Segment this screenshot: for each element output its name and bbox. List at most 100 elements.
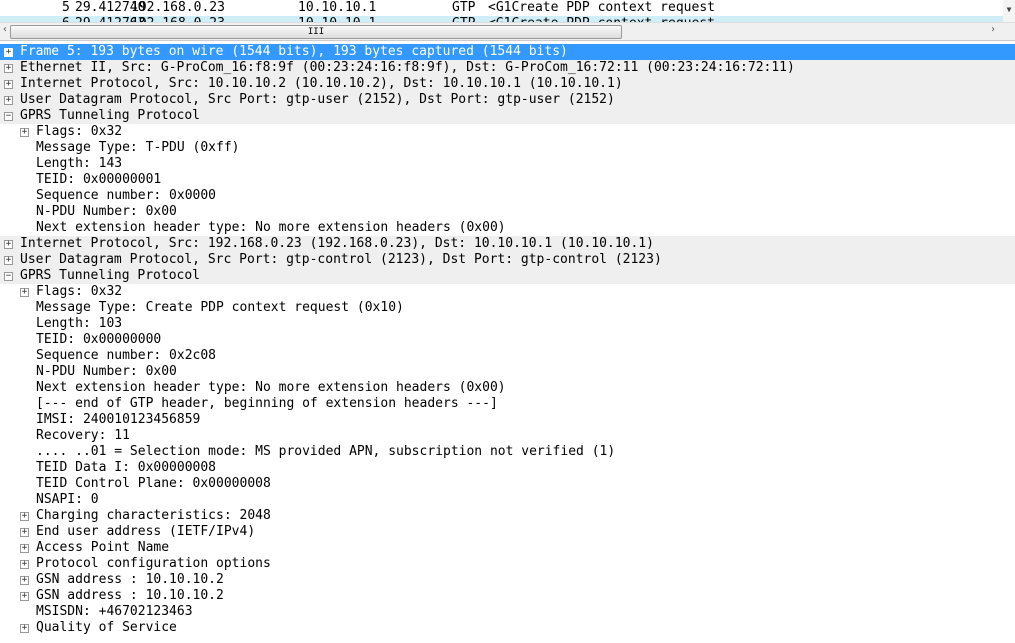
expand-icon[interactable]: + — [20, 512, 29, 521]
tree-item[interactable]: + GSN address : 10.10.10.2 — [0, 572, 1015, 588]
packet-list-horizontal-scrollbar[interactable]: ‹ III › — [0, 22, 1015, 41]
scroll-right-arrow-icon[interactable]: › — [990, 24, 996, 35]
tree-item[interactable]: + Internet Protocol, Src: 192.168.0.23 (1… — [0, 236, 1015, 252]
tree-item-label: GPRS Tunneling Protocol — [20, 108, 201, 123]
scrollbar-thumb[interactable]: III — [10, 25, 622, 39]
expand-icon[interactable]: + — [4, 240, 13, 249]
tree-item-label: NSAPI: 0 — [36, 492, 99, 507]
tree-item[interactable]: − GPRS Tunneling Protocol — [0, 108, 1015, 124]
tree-item-label: End user address (IETF/IPv4) — [36, 524, 256, 539]
tree-item[interactable]: Next extension header type: No more exte… — [0, 380, 1015, 396]
tree-item-label: Recovery: 11 — [36, 428, 130, 443]
tree-item[interactable]: Sequence number: 0x2c08 — [0, 348, 1015, 364]
packet-dst: 10.10.10.1 — [298, 0, 377, 15]
tree-item[interactable]: + Internet Protocol, Src: 10.10.10.2 (10.… — [0, 76, 1015, 92]
tree-item-label: Message Type: Create PDP context request… — [36, 300, 404, 315]
expand-icon[interactable]: + — [20, 592, 29, 601]
packet-no: 5 — [62, 0, 70, 15]
tree-item-label: IMSI: 240010123456859 — [36, 412, 201, 427]
tree-item[interactable]: + Protocol configuration options — [0, 556, 1015, 572]
scrollbar-grip: III — [307, 27, 325, 37]
tree-item[interactable]: + Frame 5: 193 bytes on wire (1544 bits),… — [0, 44, 1015, 60]
tree-item-label: Internet Protocol, Src: 192.168.0.23 (19… — [20, 236, 654, 251]
tree-item[interactable]: MSISDN: +46702123463 — [0, 604, 1015, 620]
packet-details-tree: + Frame 5: 193 bytes on wire (1544 bits),… — [0, 44, 1015, 636]
tree-item-label: Sequence number: 0x0000 — [36, 188, 217, 203]
tree-item[interactable]: + Ethernet II, Src: G-ProCom_16:f8:9f (00… — [0, 60, 1015, 76]
expand-icon[interactable]: + — [20, 288, 29, 297]
expand-icon[interactable]: + — [4, 48, 13, 57]
tree-item-label: TEID: 0x00000001 — [36, 172, 162, 187]
tree-item-label: Flags: 0x32 — [36, 124, 123, 139]
tree-item[interactable]: + GSN address : 10.10.10.2 — [0, 588, 1015, 604]
tree-item-label: TEID: 0x00000000 — [36, 332, 162, 347]
tree-item[interactable]: + User Datagram Protocol, Src Port: gtp-c… — [0, 252, 1015, 268]
tree-item[interactable]: + Flags: 0x32 — [0, 284, 1015, 300]
tree-item-label: Next extension header type: No more exte… — [36, 380, 506, 395]
tree-item-label: TEID Data I: 0x00000008 — [36, 460, 217, 475]
collapse-icon[interactable]: − — [4, 112, 13, 121]
tree-item-label: Access Point Name — [36, 540, 170, 555]
tree-item[interactable]: + Charging characteristics: 2048 — [0, 508, 1015, 524]
expand-icon[interactable]: + — [4, 96, 13, 105]
tree-item[interactable]: N-PDU Number: 0x00 — [0, 204, 1015, 220]
tree-item[interactable]: Length: 103 — [0, 316, 1015, 332]
expand-icon[interactable]: + — [4, 64, 13, 73]
tree-item-label: Next extension header type: No more exte… — [36, 220, 506, 235]
tree-item-label: N-PDU Number: 0x00 — [36, 364, 177, 379]
tree-item-label: GSN address : 10.10.10.2 — [36, 588, 224, 603]
tree-item-label: .... ..01 = Selection mode: MS provided … — [36, 444, 616, 459]
packet-info: <G1Create PDP context request — [488, 0, 715, 15]
tree-item-label: Message Type: T-PDU (0xff) — [36, 140, 240, 155]
tree-item-label: TEID Control Plane: 0x00000008 — [36, 476, 271, 491]
tree-item[interactable]: .... ..01 = Selection mode: MS provided … — [0, 444, 1015, 460]
tree-item[interactable]: NSAPI: 0 — [0, 492, 1015, 508]
tree-item-label: [--- end of GTP header, beginning of ext… — [36, 396, 498, 411]
tree-item-label: MSISDN: +46702123463 — [36, 604, 193, 619]
tree-item[interactable]: Message Type: T-PDU (0xff) — [0, 140, 1015, 156]
expand-icon[interactable]: + — [20, 544, 29, 553]
tree-item-label: N-PDU Number: 0x00 — [36, 204, 177, 219]
tree-item[interactable]: − GPRS Tunneling Protocol — [0, 268, 1015, 284]
tree-item[interactable]: Next extension header type: No more exte… — [0, 220, 1015, 236]
packet-list: 5 29.412740 192.168.0.23 10.10.10.1 GTP <G1Cr… — [0, 0, 1003, 22]
tree-item-label: GSN address : 10.10.10.2 — [36, 572, 224, 587]
tree-item[interactable]: + Flags: 0x32 — [0, 124, 1015, 140]
tree-item[interactable]: + User Datagram Protocol, Src Port: gtp-u… — [0, 92, 1015, 108]
packet-proto: GTP — [452, 0, 476, 15]
tree-item[interactable]: Recovery: 11 — [0, 428, 1015, 444]
expand-icon[interactable]: + — [20, 128, 29, 137]
tree-item-label: Flags: 0x32 — [36, 284, 123, 299]
tree-item-label: Frame 5: 193 bytes on wire (1544 bits), … — [20, 44, 568, 59]
tree-item-label: Ethernet II, Src: G-ProCom_16:f8:9f (00:… — [20, 60, 795, 75]
tree-item[interactable]: + Access Point Name — [0, 540, 1015, 556]
tree-item[interactable]: IMSI: 240010123456859 — [0, 412, 1015, 428]
collapse-icon[interactable]: − — [4, 272, 13, 281]
packet-list-vertical-scrollbar[interactable]: ▼ — [1003, 0, 1015, 22]
tree-item[interactable]: TEID Data I: 0x00000008 — [0, 460, 1015, 476]
tree-item[interactable]: TEID: 0x00000001 — [0, 172, 1015, 188]
expand-icon[interactable]: + — [20, 576, 29, 585]
tree-item-label: Length: 143 — [36, 156, 123, 171]
expand-icon[interactable]: + — [20, 528, 29, 537]
packet-src: 192.168.0.23 — [131, 0, 225, 15]
tree-item[interactable]: N-PDU Number: 0x00 — [0, 364, 1015, 380]
tree-item[interactable]: + Quality of Service — [0, 620, 1015, 636]
tree-item[interactable]: Sequence number: 0x0000 — [0, 188, 1015, 204]
tree-item[interactable]: Length: 143 — [0, 156, 1015, 172]
tree-item[interactable]: Message Type: Create PDP context request… — [0, 300, 1015, 316]
tree-item[interactable]: TEID: 0x00000000 — [0, 332, 1015, 348]
tree-item-label: Quality of Service — [36, 620, 177, 635]
tree-item[interactable]: [--- end of GTP header, beginning of ext… — [0, 396, 1015, 412]
tree-item-label: User Datagram Protocol, Src Port: gtp-co… — [20, 252, 662, 267]
scroll-left-arrow-icon[interactable]: ‹ — [2, 24, 8, 35]
expand-icon[interactable]: + — [20, 624, 29, 633]
packet-list-row[interactable]: 5 29.412740 192.168.0.23 10.10.10.1 GTP <G1Cr… — [0, 0, 1003, 16]
expand-icon[interactable]: + — [20, 560, 29, 569]
expand-icon[interactable]: + — [4, 256, 13, 265]
tree-item-label: User Datagram Protocol, Src Port: gtp-us… — [20, 92, 615, 107]
tree-item-label: Length: 103 — [36, 316, 123, 331]
expand-icon[interactable]: + — [4, 80, 13, 89]
tree-item[interactable]: TEID Control Plane: 0x00000008 — [0, 476, 1015, 492]
tree-item[interactable]: + End user address (IETF/IPv4) — [0, 524, 1015, 540]
